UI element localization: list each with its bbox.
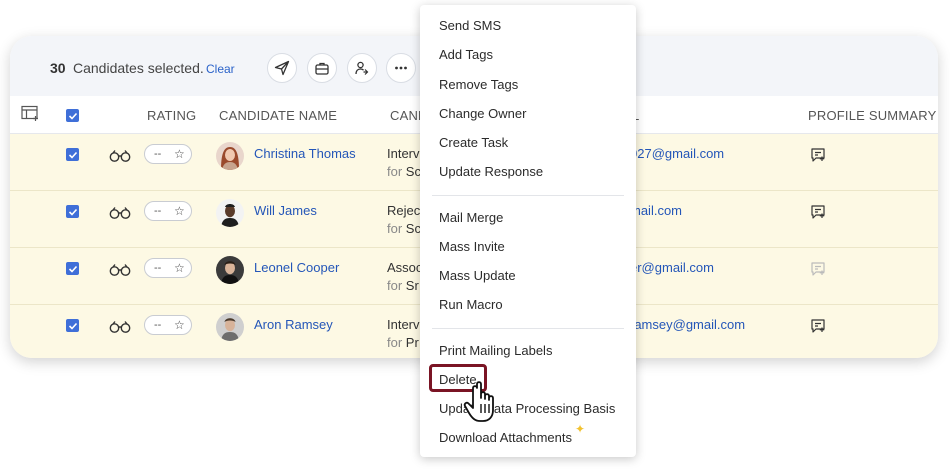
avatar	[216, 256, 244, 284]
menu-item-send-sms[interactable]: Send SMS	[439, 18, 501, 33]
menu-item-mail-merge[interactable]: Mail Merge	[439, 210, 503, 225]
menu-item-add-tags[interactable]: Add Tags	[439, 47, 493, 62]
candidate-email-link[interactable]: ramsey@gmail.com	[630, 317, 745, 332]
rating-control[interactable]: -- ☆	[144, 258, 192, 278]
profile-summary-icon[interactable]	[810, 318, 826, 334]
selected-text: Candidates selected.	[73, 60, 204, 76]
binoculars-icon[interactable]	[109, 149, 131, 163]
candidate-email-link[interactable]: mail.com	[630, 203, 682, 218]
candidate-name-link[interactable]: Will James	[254, 203, 317, 218]
send-icon	[274, 60, 290, 76]
menu-item-update-response[interactable]: Update Response	[439, 164, 543, 179]
row-checkbox[interactable]	[66, 205, 79, 218]
star-icon[interactable]: ☆	[174, 204, 185, 218]
binoculars-icon[interactable]	[109, 206, 131, 220]
column-header-profile-summary[interactable]: PROFILE SUMMARY	[808, 108, 936, 123]
menu-item-mass-update[interactable]: Mass Update	[439, 268, 516, 283]
rating-control[interactable]: -- ☆	[144, 315, 192, 335]
avatar	[216, 142, 244, 170]
send-button[interactable]	[267, 53, 297, 83]
rating-control[interactable]: -- ☆	[144, 144, 192, 164]
candidate-name-link[interactable]: Aron Ramsey	[254, 317, 333, 332]
change-owner-icon	[355, 61, 369, 75]
candidate-email-link[interactable]: er@gmail.com	[630, 260, 714, 275]
menu-item-download-attachments[interactable]: Download Attachments	[439, 430, 572, 445]
more-icon	[395, 66, 407, 70]
column-header-rating[interactable]: RATING	[147, 108, 196, 123]
rating-control[interactable]: -- ☆	[144, 201, 192, 221]
briefcase-icon	[315, 62, 329, 75]
menu-item-mass-invite[interactable]: Mass Invite	[439, 239, 505, 254]
menu-item-change-owner[interactable]: Change Owner	[439, 106, 526, 121]
rating-value: --	[154, 148, 162, 160]
star-icon[interactable]: ☆	[174, 318, 185, 332]
candidate-name-link[interactable]: Christina Thomas	[254, 146, 356, 161]
briefcase-button[interactable]	[307, 53, 337, 83]
binoculars-icon[interactable]	[109, 320, 131, 334]
rating-value: --	[154, 262, 162, 274]
column-settings-icon[interactable]	[21, 105, 39, 121]
row-checkbox[interactable]	[66, 262, 79, 275]
avatar	[216, 313, 244, 341]
sparkle-icon: ✦	[575, 422, 586, 436]
more-actions-menu: Send SMS Add Tags Remove Tags Change Own…	[420, 5, 636, 457]
star-icon[interactable]: ☆	[174, 147, 185, 161]
profile-summary-icon[interactable]	[810, 204, 826, 220]
candidate-email-link[interactable]: 027@gmail.com	[630, 146, 724, 161]
hand-pointer-cursor-icon	[463, 381, 494, 422]
select-all-checkbox[interactable]	[66, 109, 79, 122]
menu-divider	[432, 328, 624, 329]
column-header-candidate-name[interactable]: CANDIDATE NAME	[219, 108, 337, 123]
avatar	[216, 199, 244, 227]
menu-item-run-macro[interactable]: Run Macro	[439, 297, 503, 312]
profile-summary-icon[interactable]	[810, 147, 826, 163]
change-owner-button[interactable]	[347, 53, 377, 83]
menu-item-remove-tags[interactable]: Remove Tags	[439, 77, 518, 92]
star-icon[interactable]: ☆	[174, 261, 185, 275]
row-checkbox[interactable]	[66, 319, 79, 332]
more-actions-button[interactable]	[386, 53, 416, 83]
selected-count: 30	[50, 60, 66, 76]
binoculars-icon[interactable]	[109, 263, 131, 277]
profile-summary-icon[interactable]	[810, 261, 826, 277]
menu-item-print-mailing-labels[interactable]: Print Mailing Labels	[439, 343, 552, 358]
menu-item-create-task[interactable]: Create Task	[439, 135, 508, 150]
menu-divider	[432, 195, 624, 196]
candidate-name-link[interactable]: Leonel Cooper	[254, 260, 339, 275]
rating-value: --	[154, 319, 162, 331]
row-checkbox[interactable]	[66, 148, 79, 161]
clear-selection-link[interactable]: Clear	[206, 62, 235, 76]
rating-value: --	[154, 205, 162, 217]
